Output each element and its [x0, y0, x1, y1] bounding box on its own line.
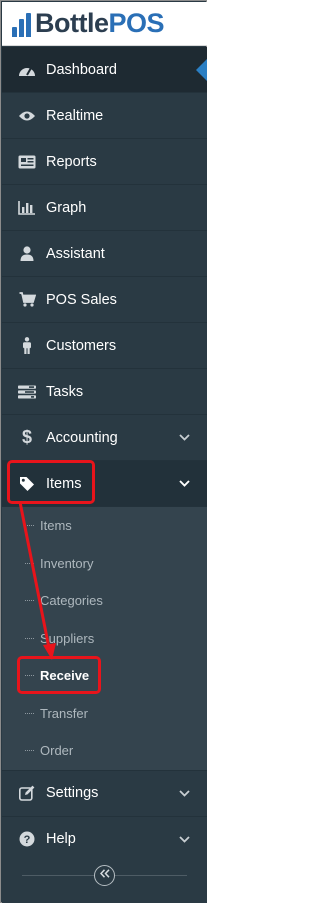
nav-assistant[interactable]: Assistant: [2, 231, 207, 277]
nav-label: Dashboard: [46, 61, 117, 78]
nav-label: Realtime: [46, 107, 104, 124]
nav-label: Customers: [46, 337, 117, 354]
nav-label: Settings: [46, 785, 99, 801]
nav-reports[interactable]: Reports: [2, 139, 207, 185]
submenu-label: Transfer: [40, 705, 88, 721]
chevron-down-icon: [177, 835, 191, 843]
logo-bars-icon: [12, 11, 34, 37]
tag-icon: [15, 474, 39, 494]
main-nav: Dashboard Realtime Reports Graph Assista…: [2, 47, 207, 863]
submenu-item-order[interactable]: Order: [2, 732, 207, 770]
user-icon: [15, 244, 39, 264]
submenu-item-suppliers[interactable]: Suppliers: [2, 620, 207, 658]
logo-text-bottle: Bottle: [35, 8, 109, 38]
male-person-icon: [15, 336, 39, 356]
sidebar: Bottle POS Dashboard Realtime Reports Gr…: [0, 0, 207, 903]
submenu-label: Categories: [40, 593, 103, 609]
speedometer-icon: [15, 60, 39, 80]
submenu-item-items[interactable]: Items: [2, 507, 207, 545]
nav-label: Help: [46, 831, 76, 847]
collapse-sidebar-button[interactable]: [94, 864, 115, 886]
question-circle-icon: ?: [15, 829, 39, 849]
eye-icon: [15, 106, 39, 126]
nav-label: Tasks: [46, 383, 84, 400]
submenu-label: Suppliers: [40, 630, 95, 646]
nav-label: Reports: [46, 153, 97, 170]
submenu-item-categories[interactable]: Categories: [2, 582, 207, 620]
submenu-label: Order: [40, 743, 74, 759]
sidebar-toggle-row: [2, 861, 207, 903]
submenu-label: Items: [40, 518, 72, 534]
submenu-item-transfer[interactable]: Transfer: [2, 695, 207, 733]
submenu-dash: [25, 600, 34, 602]
bar-chart-icon: [15, 198, 39, 218]
nav-label: Accounting: [46, 429, 118, 446]
submenu-dash: [25, 712, 34, 714]
submenu-item-inventory[interactable]: Inventory: [2, 545, 207, 583]
nav-settings[interactable]: Settings: [2, 770, 207, 817]
nav-items[interactable]: Items: [2, 461, 207, 507]
submenu-dash: [25, 562, 34, 564]
nav-customers[interactable]: Customers: [2, 323, 207, 369]
nav-label: POS Sales: [46, 291, 117, 308]
logo-text-pos: POS: [108, 8, 165, 38]
submenu-dash: [25, 675, 34, 677]
svg-text:?: ?: [24, 834, 31, 846]
tasks-icon: [15, 382, 39, 402]
nav-pos-sales[interactable]: POS Sales: [2, 277, 207, 323]
shopping-cart-icon: [15, 290, 39, 310]
edit-icon: [15, 783, 39, 803]
submenu-dash: [25, 750, 34, 752]
chevron-down-icon: [177, 434, 191, 441]
submenu-dash: [25, 525, 34, 527]
nav-help[interactable]: ? Help: [2, 816, 207, 863]
newspaper-icon: [15, 152, 39, 172]
submenu-dash: [25, 637, 34, 639]
nav-dashboard[interactable]: Dashboard: [2, 47, 207, 93]
chevron-down-icon: [177, 789, 191, 797]
items-submenu: Items Inventory Categories Suppliers Rec…: [2, 507, 207, 771]
nav-label: Assistant: [46, 245, 105, 262]
double-chevron-left-icon: [99, 869, 110, 881]
dollar-icon: $: [21, 427, 32, 447]
nav-label: Items: [46, 475, 82, 492]
bottlepos-logo[interactable]: Bottle POS: [2, 2, 207, 46]
nav-tasks[interactable]: Tasks: [2, 369, 207, 415]
submenu-label: Receive: [40, 668, 90, 684]
chevron-down-icon: [177, 480, 191, 487]
nav-realtime[interactable]: Realtime: [2, 93, 207, 139]
submenu-label: Inventory: [40, 555, 94, 571]
nav-graph[interactable]: Graph: [2, 185, 207, 231]
nav-label: Graph: [46, 199, 87, 216]
active-indicator: [196, 59, 207, 81]
submenu-item-receive[interactable]: Receive: [2, 657, 207, 695]
nav-accounting[interactable]: $ Accounting: [2, 415, 207, 461]
